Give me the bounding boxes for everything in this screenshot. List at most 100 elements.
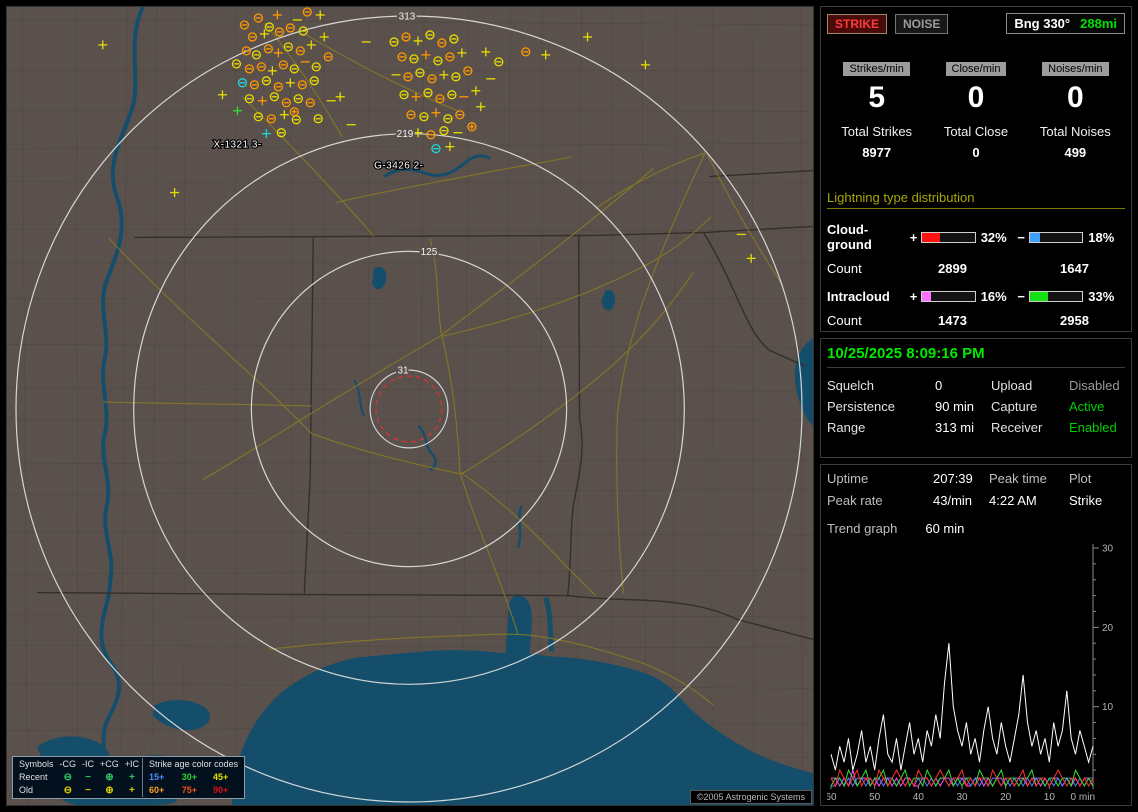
legend-old-label: Old bbox=[16, 784, 57, 797]
svg-text:40: 40 bbox=[913, 792, 925, 803]
legend-col-pos-cg: +CG bbox=[97, 758, 122, 771]
legend-age-title: Strike age color codes bbox=[143, 758, 242, 771]
ic-positive-bar bbox=[921, 291, 976, 302]
map-legend: Symbols -CG -IC +CG +IC Strike age color… bbox=[12, 756, 245, 799]
range-label: Range bbox=[827, 420, 935, 435]
ic-positive-bar-fill bbox=[922, 292, 931, 301]
trend-graph-header: Trend graph 60 min bbox=[827, 521, 1125, 536]
svg-text:20: 20 bbox=[1102, 623, 1114, 634]
squelch-value: 0 bbox=[935, 378, 991, 393]
total-noises-label: Total Noises bbox=[1026, 124, 1125, 139]
strikes-per-min-column: Strikes/min 5 Total Strikes 8977 bbox=[827, 60, 926, 160]
copyright-notice: ©2005 Astrogenic Systems bbox=[690, 790, 812, 804]
lightning-map[interactable]: 31321912531X-1321 3-G-3426 2- Symbols -C… bbox=[6, 6, 814, 806]
svg-text:20: 20 bbox=[1000, 792, 1012, 803]
ic-negative-count: 2958 bbox=[1041, 313, 1089, 328]
plot-label: Plot bbox=[1069, 471, 1125, 486]
ic-negative-bar bbox=[1029, 291, 1084, 302]
legend-recent-label: Recent bbox=[16, 771, 57, 784]
squelch-label: Squelch bbox=[827, 378, 935, 393]
intracloud-row: Intracloud + 16% − 33% bbox=[827, 289, 1125, 304]
noises-per-min-column: Noises/min 0 Total Noises 499 bbox=[1026, 60, 1125, 160]
recent-neg-cg-icon: ⊖ bbox=[57, 771, 80, 784]
persistence-label: Persistence bbox=[827, 399, 935, 414]
legend-symbols-title: Symbols bbox=[16, 758, 57, 771]
plot-value: Strike bbox=[1069, 493, 1125, 508]
receiver-label: Receiver bbox=[991, 420, 1069, 435]
age-90: 90+ bbox=[210, 784, 241, 797]
stats-grid: Uptime 207:39 Peak time Plot Peak rate 4… bbox=[827, 471, 1125, 508]
cg-positive-bar-fill bbox=[922, 233, 940, 242]
capture-label: Capture bbox=[991, 399, 1069, 414]
svg-text:125: 125 bbox=[421, 247, 438, 258]
old-pos-cg-icon: ⊕ bbox=[97, 784, 122, 797]
minus-sign: − bbox=[1017, 230, 1028, 245]
strike-indicator[interactable]: STRIKE bbox=[827, 14, 887, 34]
peak-time-value: 4:22 AM bbox=[989, 493, 1069, 508]
uptime-label: Uptime bbox=[827, 471, 933, 486]
close-per-min-label: Close/min bbox=[946, 62, 1007, 76]
intracloud-label: Intracloud bbox=[827, 289, 910, 304]
map-canvas: 31321912531X-1321 3-G-3426 2- bbox=[7, 7, 813, 805]
ic-negative-pct: 33% bbox=[1083, 289, 1125, 304]
svg-text:313: 313 bbox=[399, 11, 416, 22]
svg-text:G-3426 2-: G-3426 2- bbox=[374, 161, 423, 172]
peak-rate-value: 43/min bbox=[933, 493, 989, 508]
strikes-per-min-value: 5 bbox=[827, 82, 926, 114]
legend-col-neg-cg: -CG bbox=[57, 758, 80, 771]
uptime-value: 207:39 bbox=[933, 471, 989, 486]
svg-text:219: 219 bbox=[397, 129, 414, 140]
strike-stats-section: STRIKE NOISE Bng 330° 288mi Strikes/min … bbox=[820, 6, 1132, 332]
age-15: 15+ bbox=[143, 771, 179, 784]
noises-per-min-label: Noises/min bbox=[1042, 62, 1108, 76]
ic-positive-pct: 16% bbox=[976, 289, 1018, 304]
plus-sign: + bbox=[910, 289, 921, 304]
peak-rate-label: Peak rate bbox=[827, 493, 933, 508]
datetime-display: 10/25/2025 8:09:16 PM bbox=[827, 345, 1125, 368]
ic-positive-count: 1473 bbox=[915, 313, 1041, 328]
legend-col-pos-ic: +IC bbox=[122, 758, 143, 771]
age-75: 75+ bbox=[179, 784, 210, 797]
noises-per-min-value: 0 bbox=[1026, 82, 1125, 114]
total-close-value: 0 bbox=[926, 145, 1025, 160]
plus-sign: + bbox=[910, 230, 921, 245]
total-strikes-value: 8977 bbox=[827, 145, 926, 160]
cg-positive-pct: 32% bbox=[976, 230, 1018, 245]
trend-window-value: 60 min bbox=[925, 521, 964, 536]
recent-pos-ic-icon: + bbox=[122, 771, 143, 784]
trend-graph: 1020306050403020100 min bbox=[827, 540, 1127, 806]
range-value: 313 mi bbox=[935, 420, 991, 435]
cg-negative-pct: 18% bbox=[1083, 230, 1125, 245]
count-label: Count bbox=[827, 261, 915, 276]
trend-graph-label: Trend graph bbox=[827, 521, 897, 536]
status-panel: STRIKE NOISE Bng 330° 288mi Strikes/min … bbox=[820, 6, 1132, 806]
age-60: 60+ bbox=[143, 784, 179, 797]
svg-text:10: 10 bbox=[1102, 702, 1114, 713]
capture-status: Active bbox=[1069, 399, 1125, 414]
total-strikes-label: Total Strikes bbox=[827, 124, 926, 139]
total-noises-value: 499 bbox=[1026, 145, 1125, 160]
receiver-status: Enabled bbox=[1069, 420, 1125, 435]
upload-status: Disabled bbox=[1069, 378, 1125, 393]
svg-text:30: 30 bbox=[1102, 544, 1114, 555]
distribution-title: Lightning type distribution bbox=[827, 190, 1125, 209]
age-30: 30+ bbox=[179, 771, 210, 784]
indicator-row: STRIKE NOISE Bng 330° 288mi bbox=[827, 13, 1125, 34]
total-close-label: Total Close bbox=[926, 124, 1025, 139]
cg-positive-count: 2899 bbox=[915, 261, 1041, 276]
cg-negative-count: 1647 bbox=[1041, 261, 1089, 276]
cg-positive-bar bbox=[921, 232, 976, 243]
age-45: 45+ bbox=[210, 771, 241, 784]
old-neg-cg-icon: ⊖ bbox=[57, 784, 80, 797]
intracloud-count-row: Count 1473 2958 bbox=[827, 313, 1125, 328]
svg-text:30: 30 bbox=[956, 792, 968, 803]
noise-indicator[interactable]: NOISE bbox=[895, 14, 948, 34]
cg-negative-bar-fill bbox=[1030, 233, 1040, 242]
system-status-section: 10/25/2025 8:09:16 PM Squelch 0 Upload D… bbox=[820, 338, 1132, 458]
strikes-per-min-label: Strikes/min bbox=[843, 62, 909, 76]
svg-text:31: 31 bbox=[397, 366, 409, 377]
cg-negative-bar bbox=[1029, 232, 1084, 243]
status-grid: Squelch 0 Upload Disabled Persistence 90… bbox=[827, 378, 1125, 435]
upload-label: Upload bbox=[991, 378, 1069, 393]
svg-text:50: 50 bbox=[869, 792, 881, 803]
